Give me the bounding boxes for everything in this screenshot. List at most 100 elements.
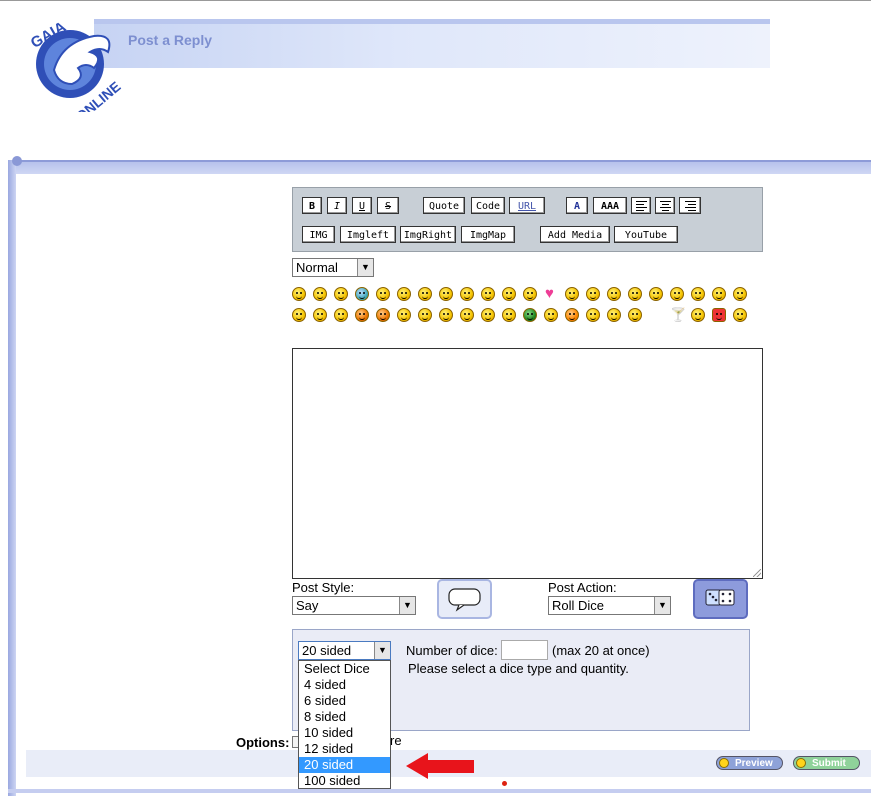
- smiley-icon[interactable]: [670, 287, 684, 301]
- smiley-icon[interactable]: [733, 308, 747, 322]
- quote-button[interactable]: Quote: [423, 197, 465, 214]
- color-button[interactable]: A: [566, 197, 588, 214]
- strike-button[interactable]: S: [377, 197, 399, 214]
- content-frame-top: [8, 160, 871, 174]
- imgmap-button[interactable]: ImgMap: [461, 226, 515, 243]
- smiley-icon[interactable]: [649, 287, 663, 301]
- post-style-preview-button[interactable]: [437, 579, 492, 619]
- message-textarea[interactable]: [292, 348, 763, 579]
- smiley-icon[interactable]: [502, 308, 516, 322]
- red-dot-annotation: [502, 781, 507, 786]
- smiley-icon[interactable]: [376, 287, 390, 301]
- smiley-icon[interactable]: [418, 287, 432, 301]
- smiley-icon[interactable]: [523, 287, 537, 301]
- smiley-icon[interactable]: [607, 287, 621, 301]
- dice-count-input[interactable]: [501, 640, 548, 660]
- heart-icon[interactable]: ♥: [545, 286, 554, 301]
- smiley-icon[interactable]: [544, 308, 558, 322]
- chevron-down-icon: ▼: [374, 642, 390, 659]
- smiley-icon[interactable]: [313, 287, 327, 301]
- dice-option[interactable]: 6 sided: [299, 693, 390, 709]
- dice-option[interactable]: 10 sided: [299, 725, 390, 741]
- content-frame-bottom: [8, 789, 871, 793]
- smiley-icon[interactable]: [628, 308, 642, 322]
- smiley-icon[interactable]: [565, 287, 579, 301]
- gaia-logo[interactable]: GAIA ONLINE: [24, 12, 130, 112]
- smiley-icon[interactable]: [481, 287, 495, 301]
- underline-button[interactable]: U: [352, 197, 372, 214]
- page-title: Post a Reply: [128, 32, 213, 48]
- post-style-label: Post Style:: [292, 580, 355, 595]
- smiley-icon[interactable]: [355, 308, 369, 322]
- smiley-icon[interactable]: [733, 287, 747, 301]
- smiley-icon[interactable]: [292, 287, 306, 301]
- smiley-icon[interactable]: [586, 308, 600, 322]
- smiley-icon[interactable]: [439, 287, 453, 301]
- frame-corner-icon: [12, 156, 22, 166]
- imgleft-button[interactable]: Imgleft: [340, 226, 396, 243]
- speech-bubble-icon: [448, 588, 481, 612]
- url-button[interactable]: URL: [509, 197, 545, 214]
- smiley-icon[interactable]: [712, 287, 726, 301]
- smiley-icon[interactable]: [691, 287, 705, 301]
- smiley-icon[interactable]: [376, 308, 390, 322]
- dice-option[interactable]: 12 sided: [299, 741, 390, 757]
- post-action-select[interactable]: Roll Dice ▼: [548, 596, 671, 615]
- question-icon[interactable]: [439, 308, 453, 322]
- chevron-down-icon: ▼: [399, 597, 415, 614]
- smiley-icon[interactable]: [607, 308, 621, 322]
- dice-type-dropdown[interactable]: Select Dice 4 sided 6 sided 8 sided 10 s…: [298, 660, 391, 789]
- post-style-value: Say: [296, 598, 319, 613]
- smiley-icon[interactable]: [313, 308, 327, 322]
- italic-button[interactable]: I: [327, 197, 347, 214]
- smiley-icon[interactable]: [334, 308, 348, 322]
- dice-type-select[interactable]: 20 sided ▼: [298, 641, 391, 660]
- imgright-button[interactable]: ImgRight: [400, 226, 456, 243]
- options-label: Options:: [236, 735, 290, 750]
- code-button[interactable]: Code: [471, 197, 505, 214]
- preview-button[interactable]: Preview: [716, 756, 783, 770]
- post-action-label: Post Action:: [548, 580, 617, 595]
- exclamation-icon[interactable]: [418, 308, 432, 322]
- roll-dice-button[interactable]: [693, 579, 748, 619]
- content-frame-left: [8, 160, 16, 796]
- dice-option[interactable]: 8 sided: [299, 709, 390, 725]
- arrow-icon[interactable]: [481, 308, 495, 322]
- chevron-down-icon: ▼: [357, 259, 373, 276]
- font-size-button[interactable]: AAA: [593, 197, 627, 214]
- smiley-icon[interactable]: [586, 287, 600, 301]
- align-right-button[interactable]: [679, 197, 701, 214]
- smiley-icon[interactable]: [565, 308, 579, 322]
- dice-option[interactable]: Select Dice: [299, 661, 390, 677]
- add-media-button[interactable]: Add Media: [540, 226, 610, 243]
- submit-button[interactable]: Submit: [793, 756, 860, 770]
- smiley-icon[interactable]: [334, 287, 348, 301]
- post-style-select[interactable]: Say ▼: [292, 596, 416, 615]
- text-size-select[interactable]: Normal ▼: [292, 258, 374, 277]
- dice-option-highlighted[interactable]: 20 sided: [299, 757, 390, 773]
- siren-icon[interactable]: [712, 308, 726, 322]
- smiley-icon[interactable]: [460, 287, 474, 301]
- chevron-down-icon: ▼: [654, 597, 670, 614]
- dice-count-label: Number of dice:: [406, 643, 498, 658]
- smiley-icon[interactable]: [691, 308, 705, 322]
- youtube-button[interactable]: YouTube: [614, 226, 678, 243]
- smiley-icon[interactable]: [397, 287, 411, 301]
- smiley-icon[interactable]: [502, 287, 516, 301]
- img-button[interactable]: IMG: [302, 226, 335, 243]
- align-center-button[interactable]: [655, 197, 675, 214]
- text-size-value: Normal: [296, 260, 338, 275]
- bold-button[interactable]: B: [302, 197, 322, 214]
- smiley-icon[interactable]: [628, 287, 642, 301]
- smiley-icon[interactable]: [523, 308, 537, 322]
- align-left-button[interactable]: [631, 197, 651, 214]
- post-action-value: Roll Dice: [552, 598, 605, 613]
- dice-option[interactable]: 4 sided: [299, 677, 390, 693]
- smiley-icon[interactable]: [292, 308, 306, 322]
- smiley-icon[interactable]: [355, 287, 369, 301]
- dice-option[interactable]: 100 sided: [299, 773, 390, 789]
- cocktail-icon[interactable]: 🍸: [670, 307, 686, 323]
- resize-grip-icon[interactable]: [753, 569, 761, 577]
- lightbulb-icon[interactable]: [460, 308, 474, 322]
- smiley-icon[interactable]: [397, 308, 411, 322]
